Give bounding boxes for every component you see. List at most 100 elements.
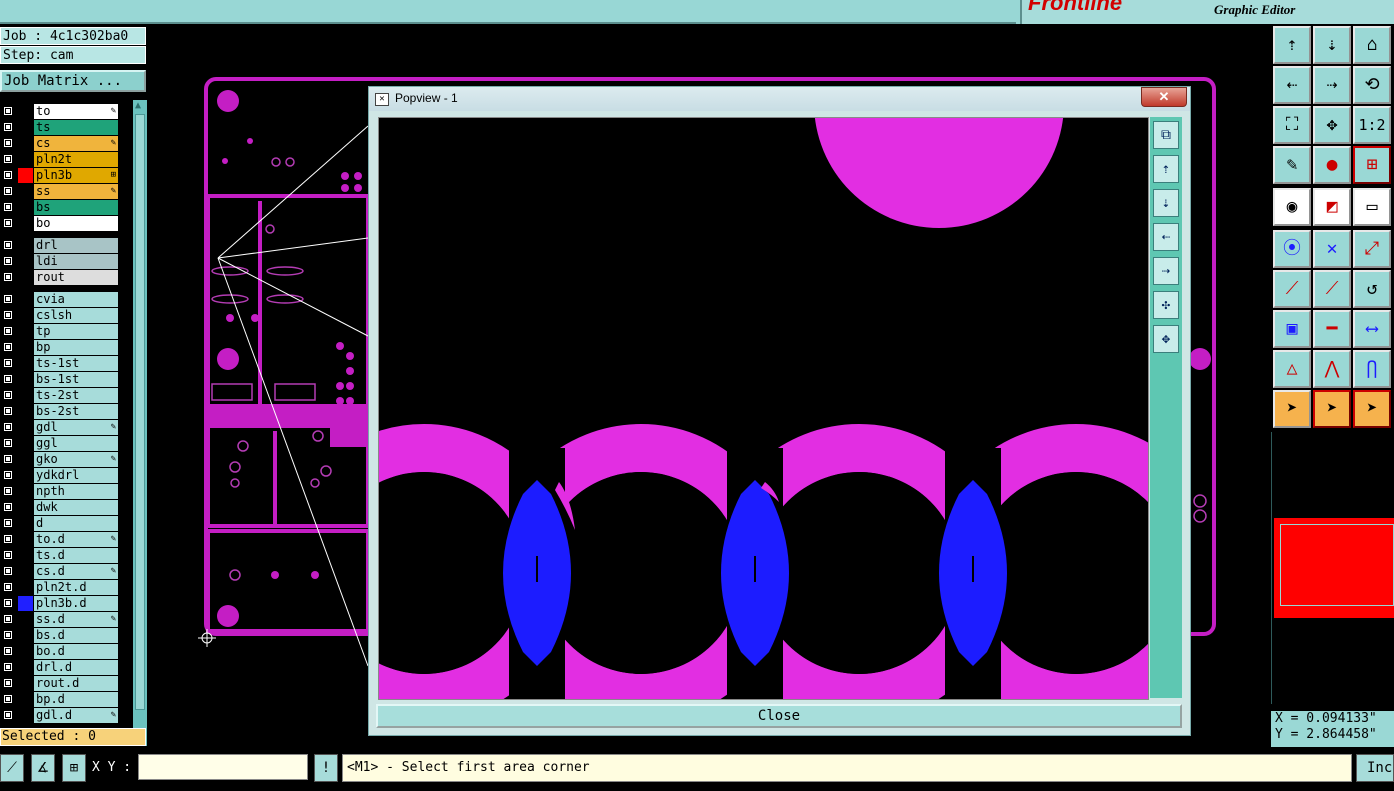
layer-name[interactable]: d <box>34 516 118 531</box>
popview-zoom-view[interactable] <box>378 117 1149 700</box>
layer-color-swatch[interactable] <box>18 308 33 323</box>
layer-name[interactable]: ydkdrl <box>34 468 118 483</box>
layer-name[interactable]: cs ✎ <box>34 136 118 151</box>
layer-row[interactable]: to.d ✎ <box>0 532 118 547</box>
layer-name[interactable]: ggl <box>34 436 118 451</box>
layer-color-swatch[interactable] <box>18 516 33 531</box>
layer-name[interactable]: bs-2st <box>34 404 118 419</box>
layer-color-swatch[interactable] <box>18 388 33 403</box>
layer-row[interactable]: bs-2st <box>0 404 118 419</box>
grid-icon[interactable]: ⊞ <box>62 754 86 782</box>
pan-up-icon[interactable]: ⇡ <box>1153 155 1179 183</box>
net-icon[interactable]: ⊞ <box>1353 146 1391 184</box>
layer-row[interactable]: cvia <box>0 292 118 307</box>
layer-color-swatch[interactable] <box>18 548 33 563</box>
layer-color-swatch[interactable] <box>18 500 33 515</box>
layer-row[interactable]: pln3b.d <box>0 596 118 611</box>
job-matrix-button[interactable]: Job Matrix ... <box>0 70 146 92</box>
layer-color-swatch[interactable] <box>18 644 33 659</box>
pan-up-icon[interactable]: ⇡ <box>1273 26 1311 64</box>
layer-checkbox[interactable] <box>3 470 13 480</box>
pan-left-icon[interactable]: ⇠ <box>1153 223 1179 251</box>
layer-row[interactable]: gko ✎ <box>0 452 118 467</box>
select-box-icon[interactable]: ➤ <box>1313 390 1351 428</box>
layer-checkbox[interactable] <box>3 122 13 132</box>
layer-checkbox[interactable] <box>3 272 13 282</box>
layer-color-swatch[interactable] <box>18 324 33 339</box>
layer-name[interactable]: tp <box>34 324 118 339</box>
layer-name[interactable]: pln3b ⊞ <box>34 168 118 183</box>
layer-checkbox[interactable] <box>3 390 13 400</box>
measure-icon[interactable]: ⟋ <box>0 754 24 782</box>
connect-icon[interactable]: ⦿ <box>1273 230 1311 268</box>
layer-color-swatch[interactable] <box>18 420 33 435</box>
layer-checkbox[interactable] <box>3 218 13 228</box>
layer-color-swatch[interactable] <box>18 270 33 285</box>
pad-icon[interactable]: ▣ <box>1273 310 1311 348</box>
layer-color-swatch[interactable] <box>18 564 33 579</box>
layer-name[interactable]: bp.d <box>34 692 118 707</box>
layer-checkbox[interactable] <box>3 256 13 266</box>
layer-row[interactable]: d <box>0 516 118 531</box>
layer-row[interactable]: gdl.d ✎ <box>0 708 118 723</box>
select-area-icon[interactable]: ➤ <box>1353 390 1391 428</box>
layer-row[interactable]: bp.d <box>0 692 118 707</box>
layer-row[interactable]: ts.d <box>0 548 118 563</box>
layer-name[interactable]: pln3b.d <box>34 596 118 611</box>
layer-color-swatch[interactable] <box>18 254 33 269</box>
layer-name[interactable]: cvia <box>34 292 118 307</box>
ruler-icon[interactable]: ▭ <box>1353 188 1391 226</box>
layer-checkbox[interactable] <box>3 358 13 368</box>
info-icon[interactable]: ! <box>314 754 338 782</box>
layer-name[interactable]: gko ✎ <box>34 452 118 467</box>
angle-icon[interactable]: ⋀ <box>1313 350 1351 388</box>
zoom-in-icon[interactable]: ✥ <box>1313 106 1351 144</box>
layer-color-swatch[interactable] <box>18 596 33 611</box>
layer-name[interactable]: bo <box>34 216 118 231</box>
layer-name[interactable]: rout <box>34 270 118 285</box>
layer-name[interactable]: bs <box>34 200 118 215</box>
pan-left-icon[interactable]: ⇠ <box>1273 66 1311 104</box>
layer-color-swatch[interactable] <box>18 436 33 451</box>
layer-color-swatch[interactable] <box>18 692 33 707</box>
layer-name[interactable]: dwk <box>34 500 118 515</box>
layer-checkbox[interactable] <box>3 342 13 352</box>
layer-row[interactable]: drl <box>0 238 118 253</box>
layer-color-swatch[interactable] <box>18 484 33 499</box>
layer-color-swatch[interactable] <box>18 468 33 483</box>
layer-checkbox[interactable] <box>3 154 13 164</box>
layer-name[interactable]: ldi <box>34 254 118 269</box>
layer-name[interactable]: drl.d <box>34 660 118 675</box>
layer-checkbox[interactable] <box>3 534 13 544</box>
layer-color-swatch[interactable] <box>18 676 33 691</box>
layer-color-swatch[interactable] <box>18 120 33 135</box>
zoom-out-icon[interactable]: ✥ <box>1153 325 1179 353</box>
popview-window[interactable]: ✕ Popview - 1 ✕ ⧉ ⇡ ⇣ ⇠ ⇢ ✣ ✥ Close <box>368 86 1191 736</box>
dimension-icon[interactable]: ⟷ <box>1353 310 1391 348</box>
layer-name[interactable]: ts <box>34 120 118 135</box>
layer-color-swatch[interactable] <box>18 532 33 547</box>
layer-checkbox[interactable] <box>3 310 13 320</box>
layer-name[interactable]: pln2t.d <box>34 580 118 595</box>
layer-name[interactable]: bs.d <box>34 628 118 643</box>
layer-row[interactable]: drl.d <box>0 660 118 675</box>
zoom-window-icon[interactable]: ⧉ <box>1153 121 1179 149</box>
pan-down-icon[interactable]: ⇣ <box>1313 26 1351 64</box>
layer-name[interactable]: ss.d ✎ <box>34 612 118 627</box>
layer-name[interactable]: gdl ✎ <box>34 420 118 435</box>
layer-checkbox[interactable] <box>3 502 13 512</box>
layer-checkbox[interactable] <box>3 598 13 608</box>
layer-row[interactable]: dwk <box>0 500 118 515</box>
select-arrow-icon[interactable]: ➤ <box>1273 390 1311 428</box>
layer-row[interactable]: ggl <box>0 436 118 451</box>
layer-color-swatch[interactable] <box>18 372 33 387</box>
layer-checkbox[interactable] <box>3 662 13 672</box>
layer-color-swatch[interactable] <box>18 628 33 643</box>
popview-titlebar[interactable]: ✕ Popview - 1 ✕ <box>369 87 1190 111</box>
layer-checkbox[interactable] <box>3 646 13 656</box>
layer-row[interactable]: ydkdrl <box>0 468 118 483</box>
layer-name[interactable]: bs-1st <box>34 372 118 387</box>
layer-name[interactable]: bp <box>34 340 118 355</box>
slash-icon[interactable]: ⟋ <box>1313 270 1351 308</box>
layer-checkbox[interactable] <box>3 374 13 384</box>
